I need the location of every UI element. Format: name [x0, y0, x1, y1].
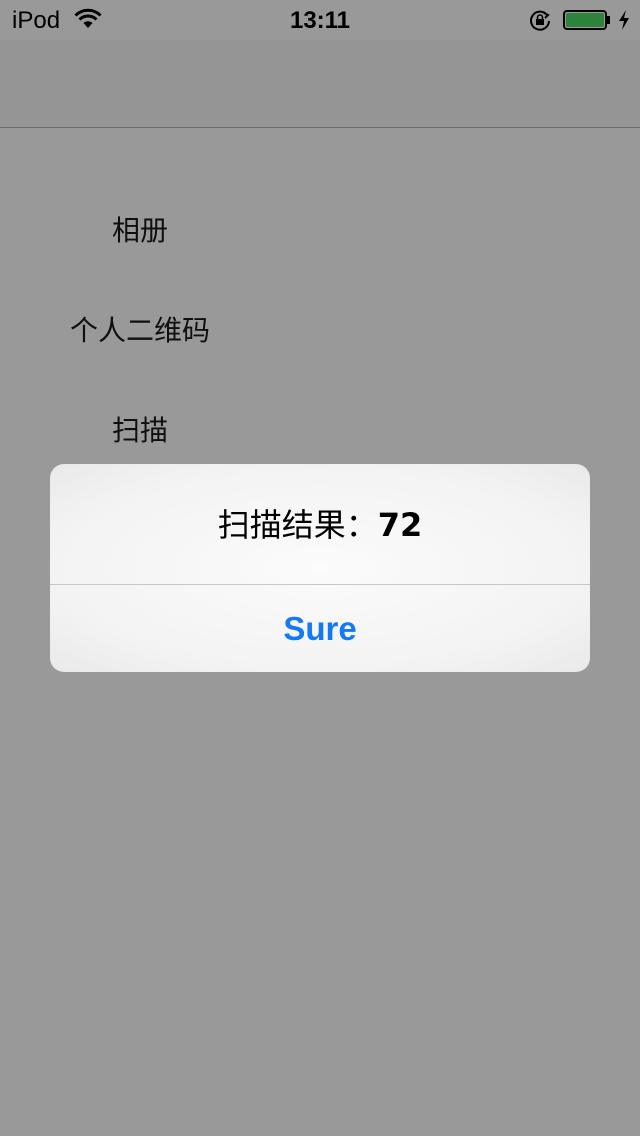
sure-button[interactable]: Sure — [50, 585, 590, 672]
alert-dialog: 扫描结果：72 Sure — [50, 464, 590, 672]
scan-result-value: 72 — [377, 506, 423, 544]
alert-message: 扫描结果：72 — [50, 464, 590, 584]
alert-message-prefix: 扫描结果： — [217, 506, 378, 544]
